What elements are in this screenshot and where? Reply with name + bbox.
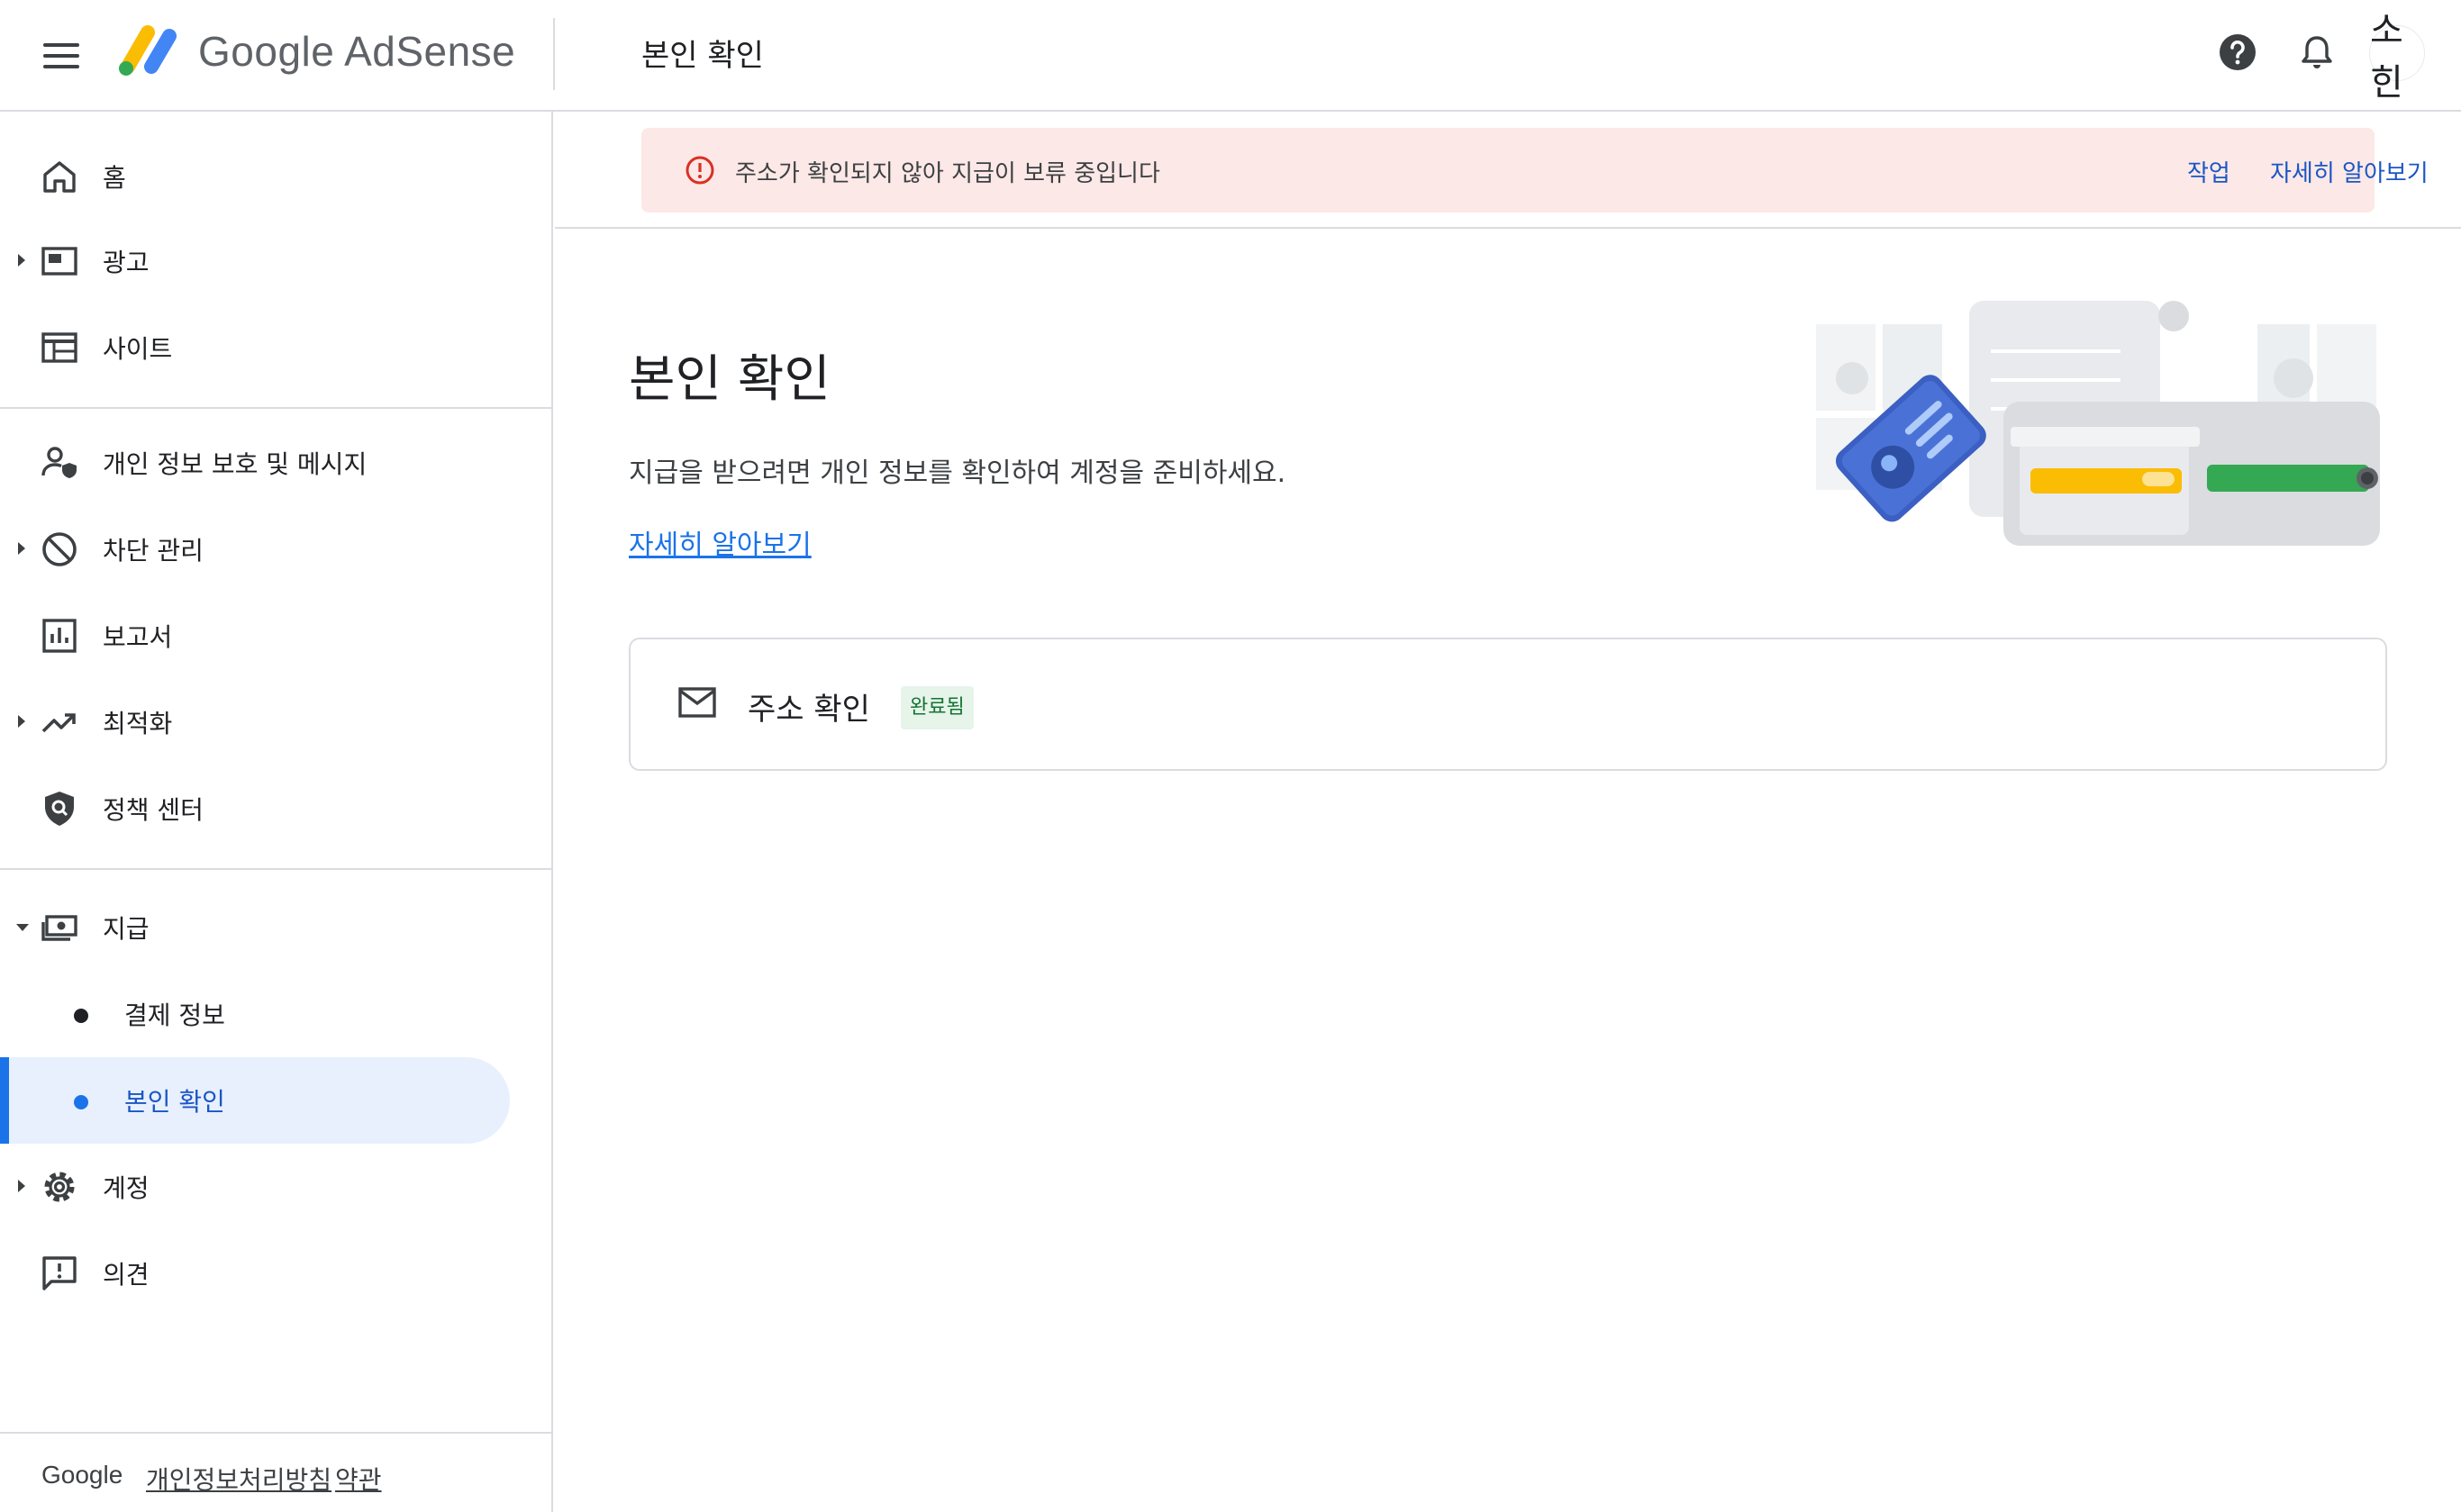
nav-item-payments[interactable]: 지급 (0, 888, 553, 965)
section-heading: 본인 확인 (629, 350, 831, 409)
expand-caret-icon[interactable] (18, 542, 25, 555)
feedback-icon (42, 1256, 77, 1290)
nav-item-label: 보고서 (103, 622, 173, 652)
nav-item-account[interactable]: 계정 (0, 1147, 553, 1225)
google-wordmark: Google (41, 1461, 123, 1489)
bullet-icon (74, 1095, 88, 1109)
nav-item-reports[interactable]: 보고서 (0, 596, 553, 674)
privacy-policy-link[interactable]: 개인정보처리방침 (146, 1461, 331, 1497)
collapse-caret-icon[interactable] (16, 924, 29, 931)
payment-hold-banner: 주소가 확인되지 않아 지급이 보류 중입니다 작업 자세히 알아보기 (641, 128, 2429, 213)
banner-action-button[interactable]: 작업 (2187, 155, 2230, 188)
alert-banner-area: 주소가 확인되지 않아 지급이 보류 중입니다 작업 자세히 알아보기 (555, 112, 2461, 229)
side-navigation: 홈 광고 사이트 개인 정보 보호 및 메시지 차단 관리 보고서 최적화 정책… (0, 112, 553, 1512)
adsense-logo-icon[interactable] (115, 22, 180, 77)
nav-item-ads[interactable]: 광고 (0, 222, 553, 299)
active-indicator (0, 1057, 9, 1144)
sidebar-footer: Google 개인정보처리방침 약관 (0, 1432, 551, 1512)
nav-item-verification[interactable]: 본인 확인 (0, 1057, 510, 1144)
home-icon (43, 161, 76, 193)
person-shield-icon (41, 447, 77, 478)
nav-item-label: 결제 정보 (124, 1000, 225, 1030)
adsense-app: Google AdSense 본인 확인 소힌 홈 광고 사이트 개인 정보 보… (0, 0, 2461, 1512)
nav-item-blocking-controls[interactable]: 차단 관리 (0, 510, 553, 587)
nav-item-label: 사이트 (103, 334, 173, 364)
nav-item-label: 개인 정보 보호 및 메시지 (103, 449, 368, 479)
expand-caret-icon[interactable] (18, 715, 25, 728)
nav-item-feedback[interactable]: 의견 (0, 1234, 553, 1311)
nav-item-label: 정책 센터 (103, 795, 204, 825)
nav-item-label: 의견 (103, 1260, 150, 1290)
mail-icon (678, 687, 716, 718)
terms-link[interactable]: 약관 (335, 1461, 382, 1497)
status-badge: 완료됨 (901, 686, 974, 729)
nav-item-home[interactable]: 홈 (0, 137, 553, 214)
payments-icon (41, 915, 77, 941)
bar-chart-icon (42, 619, 77, 653)
nav-item-label: 홈 (103, 163, 126, 193)
app-name[interactable]: Google AdSense (198, 27, 515, 76)
nav-item-payments-info[interactable]: 결제 정보 (0, 974, 553, 1052)
expand-caret-icon[interactable] (18, 1180, 25, 1192)
sidebar-divider (0, 407, 553, 409)
account-avatar[interactable]: 소힌 (2369, 10, 2425, 104)
top-app-bar: Google AdSense 본인 확인 소힌 (0, 0, 2461, 112)
verification-illustration (1816, 301, 2380, 546)
nav-item-label: 계정 (103, 1173, 150, 1203)
bullet-icon (74, 1009, 88, 1023)
sites-icon (41, 332, 77, 363)
section-description: 지급을 받으려면 개인 정보를 확인하여 계정을 준비하세요. (629, 457, 1286, 489)
nav-item-label: 지급 (103, 914, 150, 944)
address-verification-card[interactable]: 주소 확인 완료됨 (629, 638, 2387, 771)
header-divider (553, 18, 555, 90)
banner-message: 주소가 확인되지 않아 지급이 보류 중입니다 (735, 160, 1160, 187)
notifications-bell-icon[interactable] (2295, 31, 2338, 74)
menu-icon-line (43, 43, 79, 47)
card-title: 주소 확인 (748, 692, 870, 728)
error-icon (686, 156, 714, 185)
nav-item-label: 최적화 (103, 709, 173, 738)
help-icon[interactable] (2216, 31, 2259, 74)
menu-icon-line (43, 65, 79, 68)
block-icon (42, 532, 77, 566)
nav-item-privacy-messaging[interactable]: 개인 정보 보호 및 메시지 (0, 423, 553, 501)
page-title: 본인 확인 (641, 38, 764, 74)
main-menu-button[interactable] (36, 32, 86, 79)
nav-item-optimization[interactable]: 최적화 (0, 683, 553, 760)
trending-up-icon (41, 713, 76, 733)
nav-item-label: 차단 관리 (103, 536, 204, 566)
sidebar-divider (0, 868, 553, 870)
policy-shield-icon (45, 792, 74, 826)
banner-learn-more-button[interactable]: 자세히 알아보기 (2270, 155, 2429, 188)
ads-icon (41, 247, 77, 276)
nav-item-policy-center[interactable]: 정책 센터 (0, 769, 553, 847)
nav-item-label: 본인 확인 (124, 1087, 225, 1117)
menu-icon-line (43, 54, 79, 58)
learn-more-link[interactable]: 자세히 알아보기 (629, 522, 812, 562)
nav-item-sites[interactable]: 사이트 (0, 308, 553, 385)
gear-icon (44, 1172, 75, 1202)
nav-item-label: 광고 (103, 248, 150, 277)
expand-caret-icon[interactable] (18, 254, 25, 267)
